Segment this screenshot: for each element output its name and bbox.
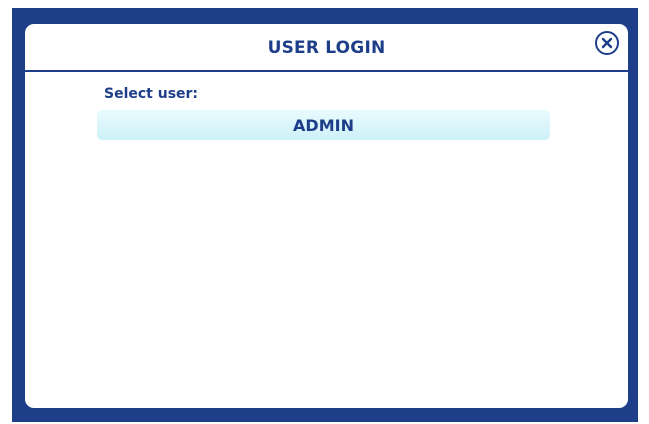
select-user-label: Select user: (104, 86, 199, 102)
dialog-title: USER LOGIN (267, 38, 386, 58)
dialog-titlebar: USER LOGIN (25, 24, 628, 72)
user-option-admin[interactable]: ADMIN (97, 110, 550, 140)
close-button[interactable] (595, 31, 619, 55)
close-icon (601, 37, 613, 49)
dialog-frame: USER LOGIN Select user: ADMIN (12, 8, 638, 422)
login-dialog: USER LOGIN Select user: ADMIN (25, 24, 628, 408)
